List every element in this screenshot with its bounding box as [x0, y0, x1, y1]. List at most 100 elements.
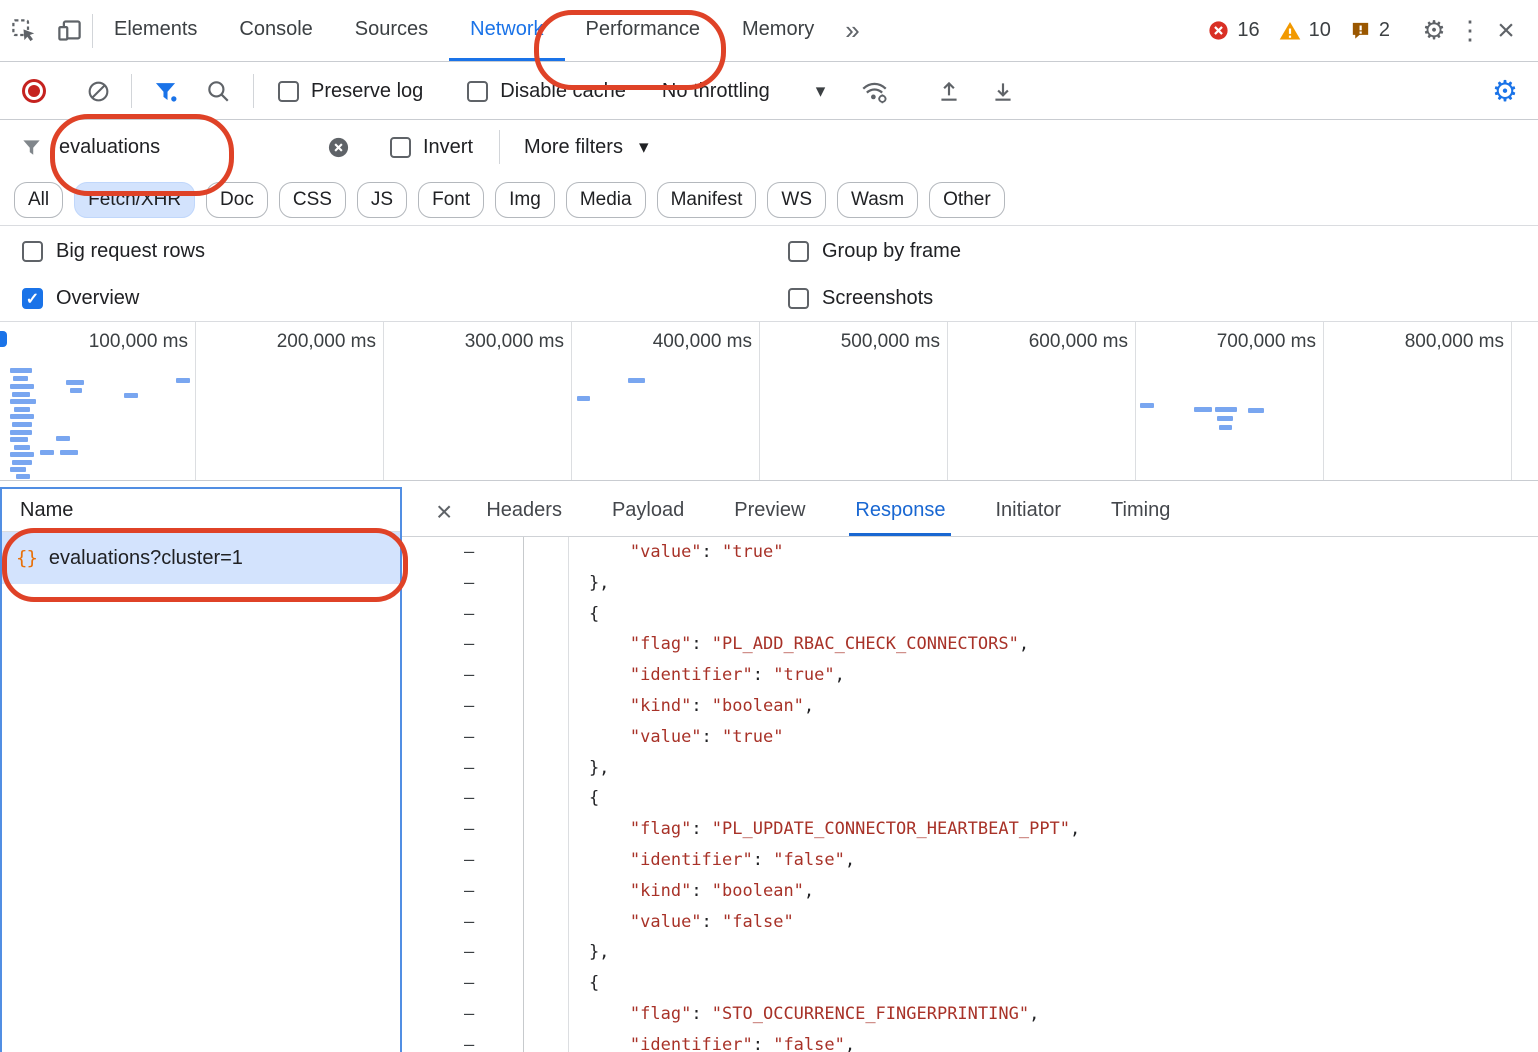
- fold-marker[interactable]: –: [402, 999, 523, 1030]
- code-line: – "value": "true": [402, 722, 1538, 753]
- error-badge[interactable]: 16: [1207, 19, 1259, 42]
- chip-media[interactable]: Media: [566, 182, 646, 218]
- fold-marker[interactable]: –: [402, 876, 523, 907]
- tab-headers[interactable]: Headers: [480, 487, 568, 536]
- close-detail-icon[interactable]: ×: [436, 498, 452, 526]
- tab-elements[interactable]: Elements: [93, 0, 218, 61]
- fold-marker[interactable]: –: [402, 845, 523, 876]
- tab-payload[interactable]: Payload: [606, 487, 690, 536]
- fold-marker[interactable]: –: [402, 907, 523, 938]
- fold-marker[interactable]: –: [402, 722, 523, 753]
- chip-js[interactable]: JS: [357, 182, 407, 218]
- error-count: 16: [1237, 19, 1259, 42]
- chip-css[interactable]: CSS: [279, 182, 346, 218]
- fold-marker[interactable]: –: [402, 783, 523, 814]
- code-line: – "identifier": "false",: [402, 1030, 1538, 1052]
- chip-font[interactable]: Font: [418, 182, 484, 218]
- tab-timing[interactable]: Timing: [1105, 487, 1176, 536]
- network-settings-gear-icon[interactable]: ⚙: [1492, 74, 1518, 109]
- tab-memory[interactable]: Memory: [721, 0, 835, 61]
- tab-sources[interactable]: Sources: [334, 0, 449, 61]
- chip-img[interactable]: Img: [495, 182, 555, 218]
- network-activity-bar: [1248, 408, 1264, 413]
- big-request-rows-checkbox[interactable]: [22, 241, 43, 262]
- tab-network[interactable]: Network: [449, 0, 564, 61]
- chip-doc[interactable]: Doc: [206, 182, 268, 218]
- invert-checkbox[interactable]: [390, 137, 411, 158]
- network-activity-bar: [628, 378, 645, 383]
- network-conditions-icon[interactable]: [859, 78, 890, 105]
- import-har-icon[interactable]: [936, 78, 962, 104]
- close-devtools-icon[interactable]: ×: [1488, 9, 1524, 53]
- fold-marker[interactable]: –: [402, 660, 523, 691]
- chip-wasm[interactable]: Wasm: [837, 182, 918, 218]
- tab-console[interactable]: Console: [218, 0, 333, 61]
- fold-marker[interactable]: –: [402, 537, 523, 568]
- code-line: – },: [402, 753, 1538, 784]
- fold-marker[interactable]: –: [402, 629, 523, 660]
- code-line: – {: [402, 599, 1538, 630]
- tab-response[interactable]: Response: [849, 487, 951, 536]
- more-filters-caret-icon[interactable]: ▾: [639, 136, 649, 159]
- tab-performance[interactable]: Performance: [565, 0, 722, 61]
- chip-manifest[interactable]: Manifest: [657, 182, 757, 218]
- fold-marker[interactable]: –: [402, 599, 523, 630]
- code-line: – "identifier": "true",: [402, 660, 1538, 691]
- filter-input[interactable]: evaluations: [59, 136, 327, 159]
- network-overview-timeline[interactable]: 100,000 ms 200,000 ms 300,000 ms 400,000…: [0, 322, 1538, 481]
- export-har-icon[interactable]: [990, 78, 1016, 104]
- chip-fetch-xhr[interactable]: Fetch/XHR: [74, 182, 195, 218]
- fold-marker[interactable]: –: [402, 1030, 523, 1052]
- group-by-frame-checkbox[interactable]: [788, 241, 809, 262]
- request-row[interactable]: {} evaluations?cluster=1: [2, 532, 400, 584]
- fold-marker[interactable]: –: [402, 753, 523, 784]
- code-line: – "value": "false": [402, 907, 1538, 938]
- fold-marker[interactable]: –: [402, 691, 523, 722]
- network-activity-bar: [1217, 416, 1233, 421]
- gutter-divider: [523, 537, 524, 1052]
- kebab-menu-icon[interactable]: ⋮: [1452, 9, 1488, 53]
- settings-gear-icon[interactable]: ⚙: [1416, 9, 1452, 53]
- code-line: – "flag": "PL_UPDATE_CONNECTOR_HEARTBEAT…: [402, 814, 1538, 845]
- chip-all[interactable]: All: [14, 182, 63, 218]
- chip-ws[interactable]: WS: [767, 182, 826, 218]
- warning-badge[interactable]: 10: [1278, 19, 1331, 43]
- code-line: – "kind": "boolean",: [402, 691, 1538, 722]
- network-activity-bar: [13, 376, 28, 381]
- more-tabs-icon[interactable]: »: [835, 0, 867, 61]
- clear-network-log-icon[interactable]: [86, 79, 111, 104]
- request-list-name-header[interactable]: Name: [2, 489, 400, 532]
- fold-marker[interactable]: –: [402, 568, 523, 599]
- divider: [253, 74, 254, 108]
- preserve-log-checkbox[interactable]: [278, 81, 299, 102]
- screenshots-checkbox[interactable]: [788, 288, 809, 309]
- device-toolbar-icon[interactable]: [46, 9, 92, 53]
- network-activity-bar: [10, 452, 34, 457]
- network-options: Big request rows Group by frame ✓ Overvi…: [0, 226, 1538, 322]
- more-filters-button[interactable]: More filters: [524, 136, 623, 159]
- tab-initiator[interactable]: Initiator: [989, 487, 1067, 536]
- inspect-element-icon[interactable]: [0, 9, 46, 53]
- group-by-frame-label: Group by frame: [822, 240, 961, 263]
- record-network-log-button[interactable]: [22, 85, 46, 97]
- search-icon[interactable]: [205, 78, 231, 104]
- fold-marker[interactable]: –: [402, 968, 523, 999]
- fold-marker[interactable]: –: [402, 814, 523, 845]
- overview-checkbox[interactable]: ✓: [22, 288, 43, 309]
- network-activity-bar: [60, 450, 78, 455]
- chip-other[interactable]: Other: [929, 182, 1005, 218]
- timeline-window-handle[interactable]: [0, 331, 7, 347]
- clear-filter-icon[interactable]: [327, 136, 350, 159]
- filter-icon[interactable]: [152, 78, 179, 105]
- throttling-select[interactable]: No throttling: [662, 80, 770, 103]
- fold-marker[interactable]: –: [402, 937, 523, 968]
- big-request-rows-label: Big request rows: [56, 240, 205, 263]
- disable-cache-checkbox[interactable]: [467, 81, 488, 102]
- throttling-caret-icon[interactable]: ▾: [816, 80, 826, 103]
- response-viewer[interactable]: – "value": "true"– },– {– "flag": "PL_AD…: [402, 537, 1538, 1052]
- tab-preview[interactable]: Preview: [728, 487, 811, 536]
- network-activity-bar: [12, 460, 32, 465]
- network-activity-bar: [12, 392, 30, 397]
- issues-badge[interactable]: 2: [1349, 19, 1390, 42]
- network-activity-bar: [1219, 425, 1232, 430]
